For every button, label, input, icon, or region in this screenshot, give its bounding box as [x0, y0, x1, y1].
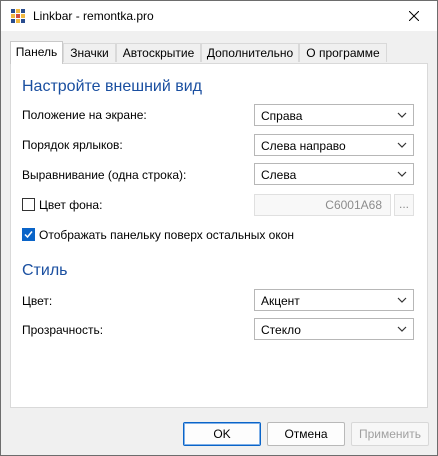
tab-panel[interactable]: Панель [10, 41, 63, 64]
color-select[interactable]: Акцент [254, 289, 414, 311]
on-top-checkbox[interactable] [22, 228, 35, 241]
transparency-select[interactable]: Стекло [254, 318, 414, 340]
bgcolor-field[interactable]: C6001A68 [254, 194, 391, 216]
tab-autohide[interactable]: Автоскрытие [116, 43, 201, 62]
tab-icons[interactable]: Значки [63, 43, 116, 62]
on-top-label: Отображать панельку поверх остальных око… [39, 228, 295, 242]
panel-page: Настройте внешний вид Положение на экран… [10, 63, 428, 408]
chevron-down-icon [397, 142, 407, 148]
style-title: Стиль [22, 262, 68, 279]
appearance-title: Настройте внешний вид [22, 78, 203, 95]
transparency-value: Стекло [261, 323, 301, 337]
transparency-label: Прозрачность: [22, 323, 104, 337]
ok-button[interactable]: OK [183, 422, 261, 446]
position-value: Справа [261, 109, 303, 123]
order-value: Слева направо [261, 139, 346, 153]
bgcolor-checkbox[interactable] [22, 198, 35, 211]
linkbar-window: Linkbar - remontka.pro Панель Значки Авт… [0, 0, 438, 456]
chevron-down-icon [397, 297, 407, 303]
order-label: Порядок ярлыков: [22, 138, 123, 152]
close-button[interactable] [391, 1, 437, 31]
cancel-button[interactable]: Отмена [267, 422, 345, 446]
align-label: Выравнивание (одна строка): [22, 168, 187, 182]
window-title: Linkbar - remontka.pro [33, 9, 154, 23]
chevron-down-icon [397, 112, 407, 118]
checkmark-icon [24, 231, 33, 239]
close-icon [409, 11, 419, 21]
position-label: Положение на экране: [22, 108, 147, 122]
chevron-down-icon [397, 171, 407, 177]
color-label: Цвет: [22, 294, 53, 308]
chevron-down-icon [397, 326, 407, 332]
app-icon [11, 9, 25, 23]
align-select[interactable]: Слева [254, 163, 414, 185]
align-value: Слева [261, 168, 297, 182]
tab-about[interactable]: О программе [299, 43, 387, 62]
order-select[interactable]: Слева направо [254, 134, 414, 156]
bgcolor-picker-button[interactable]: ... [394, 194, 414, 216]
position-select[interactable]: Справа [254, 104, 414, 126]
apply-button[interactable]: Применить [351, 422, 429, 446]
title-bar: Linkbar - remontka.pro [1, 1, 437, 31]
tab-advanced[interactable]: Дополнительно [201, 43, 299, 62]
color-value: Акцент [261, 294, 300, 308]
bgcolor-label: Цвет фона: [39, 198, 103, 212]
